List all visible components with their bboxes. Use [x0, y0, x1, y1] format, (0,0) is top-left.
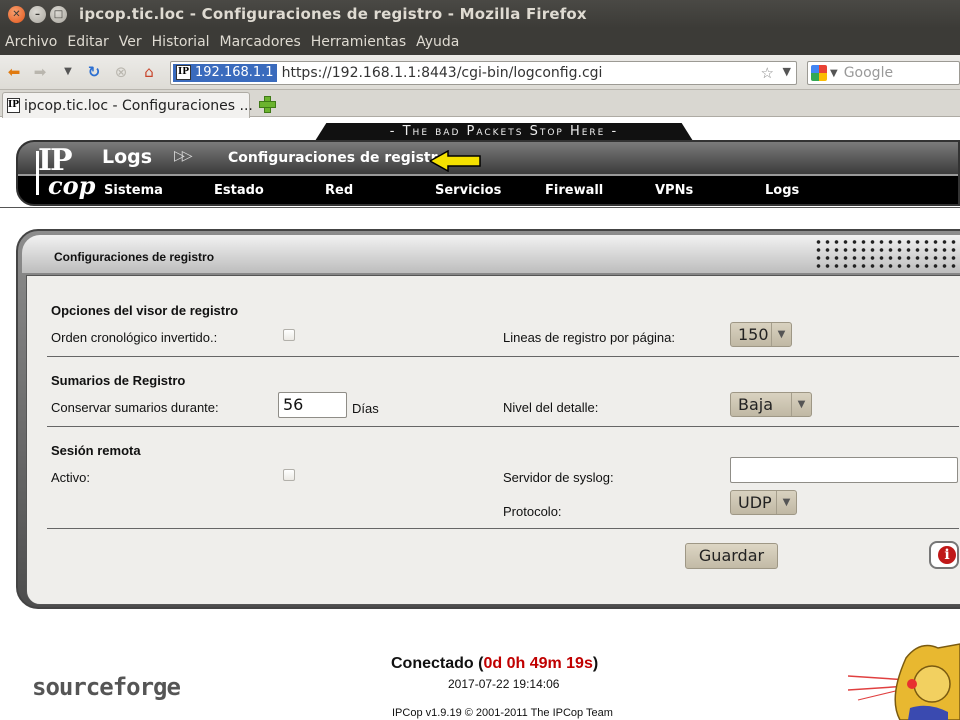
- connected-label: Conectado (: [391, 655, 484, 672]
- chevron-down-icon: ▼: [791, 393, 811, 416]
- menu-ayuda[interactable]: Ayuda: [411, 34, 464, 50]
- menu-editar[interactable]: Editar: [62, 34, 113, 50]
- panel-dots-decoration: [814, 238, 960, 272]
- nav-sistema[interactable]: Sistema: [104, 183, 163, 198]
- datetime-stamp: 2017-07-22 19:14:06: [448, 677, 560, 691]
- menu-marcadores[interactable]: Marcadores: [215, 34, 306, 50]
- reverse-order-checkbox[interactable]: [283, 329, 295, 341]
- ipcop-favicon-icon: IP: [176, 65, 191, 80]
- detail-level-value: Baja: [738, 395, 774, 414]
- history-dropdown-icon[interactable]: ▼: [59, 63, 77, 81]
- reload-icon[interactable]: ↻: [85, 63, 103, 81]
- site-identity-label: 192.168.1.1: [195, 65, 274, 80]
- section-divider: [47, 356, 959, 357]
- reverse-order-label: Orden cronológico invertido.:: [51, 330, 218, 345]
- header-top-strip: [18, 142, 958, 174]
- nav-logs[interactable]: Logs: [765, 183, 799, 198]
- lines-per-page-label: Lineas de registro por página:: [503, 330, 676, 345]
- tab-favicon-icon: IP: [7, 98, 20, 113]
- page-subtitle: Configuraciones de registro: [228, 150, 448, 166]
- summaries-heading: Sumarios de Registro: [51, 373, 186, 388]
- window-close-button[interactable]: ✕: [8, 5, 25, 23]
- search-input[interactable]: Google: [844, 65, 893, 81]
- back-arrow-icon[interactable]: ⬅: [5, 63, 23, 81]
- panel-title: Configuraciones de registro: [54, 250, 215, 264]
- nav-vpns[interactable]: VPNs: [655, 183, 693, 198]
- home-icon[interactable]: ⌂: [140, 63, 158, 81]
- menu-herramientas[interactable]: Herramientas: [306, 34, 411, 50]
- yellow-pointer-arrow-icon: [428, 150, 481, 172]
- tab-label: ipcop.tic.loc - Configuraciones ...: [23, 97, 253, 114]
- viewer-options-heading: Opciones del visor de registro: [51, 303, 239, 318]
- lines-per-page-select[interactable]: 150 ▼: [730, 322, 792, 347]
- save-button[interactable]: Guardar: [685, 543, 778, 569]
- info-icon-glyph: i: [938, 546, 956, 564]
- main-nav: Sistema Estado Red Servicios Firewall VP…: [18, 176, 958, 206]
- syslog-server-label: Servidor de syslog:: [503, 470, 614, 485]
- url-text[interactable]: https://192.168.1.1:8443/cgi-bin/logconf…: [282, 65, 603, 81]
- page-content: - The bad Packets Stop Here - IP cop Log…: [0, 118, 960, 720]
- keep-summaries-label: Conservar sumarios durante:: [51, 400, 219, 415]
- forward-arrow-icon[interactable]: ➡: [31, 63, 49, 81]
- nav-estado[interactable]: Estado: [214, 183, 264, 198]
- navigation-toolbar: ⬅ ➡ ▼ ↻ ⊗ ⌂ IP 192.168.1.1 https://192.1…: [0, 55, 960, 90]
- protocol-label: Protocolo:: [503, 504, 562, 519]
- menu-ver[interactable]: Ver: [114, 34, 147, 50]
- url-dropdown-icon[interactable]: ▼: [783, 65, 791, 78]
- window-title: ipcop.tic.loc - Configuraciones de regis…: [79, 5, 587, 23]
- ipcop-police-badge-logo: [848, 643, 960, 720]
- double-arrow-icon: ▷▷: [174, 148, 192, 164]
- tab-bar: IP ipcop.tic.loc - Configuraciones ...: [0, 90, 960, 118]
- section-divider: [47, 426, 959, 427]
- syslog-server-input[interactable]: [730, 457, 958, 483]
- search-bar[interactable]: ▼ Google: [807, 61, 960, 85]
- copyright-text: IPCop v1.9.19 © 2001-2011 The IPCop Team: [392, 707, 613, 719]
- remote-active-label: Activo:: [51, 470, 91, 485]
- menu-archivo[interactable]: Archivo: [0, 34, 62, 50]
- window-titlebar: ✕ – □ ipcop.tic.loc - Configuraciones de…: [0, 0, 960, 28]
- window-maximize-button[interactable]: □: [50, 5, 67, 23]
- url-bar[interactable]: IP 192.168.1.1 https://192.168.1.1:8443/…: [170, 61, 797, 85]
- sourceforge-logo[interactable]: sourceforge: [32, 673, 181, 701]
- panel-body: Opciones del visor de registro Orden cro…: [26, 275, 960, 605]
- header-rule: [0, 207, 960, 208]
- keep-summaries-unit: Días: [352, 401, 379, 416]
- tab-ipcop[interactable]: IP ipcop.tic.loc - Configuraciones ...: [2, 92, 253, 118]
- config-panel: Configuraciones de registro Opciones del…: [16, 229, 960, 609]
- ipcop-header: IP cop Logs ▷▷ Configuraciones de regist…: [16, 140, 960, 206]
- stop-icon[interactable]: ⊗: [112, 63, 130, 81]
- protocol-select[interactable]: UDP ▼: [730, 490, 797, 515]
- nav-servicios[interactable]: Servicios: [435, 183, 501, 198]
- protocol-value: UDP: [738, 493, 772, 512]
- nav-red[interactable]: Red: [325, 183, 353, 198]
- window-minimize-button[interactable]: –: [29, 5, 46, 23]
- info-help-icon[interactable]: i: [929, 541, 959, 569]
- keep-summaries-input[interactable]: 56: [278, 392, 347, 418]
- chevron-down-icon: ▼: [776, 491, 796, 514]
- chevron-down-icon: ▼: [771, 323, 791, 346]
- remote-active-checkbox[interactable]: [283, 469, 295, 481]
- site-identity-button[interactable]: IP 192.168.1.1: [173, 64, 277, 82]
- menubar: Archivo Editar Ver Historial Marcadores …: [0, 28, 960, 55]
- detail-level-label: Nivel del detalle:: [503, 400, 599, 415]
- new-tab-plus-icon[interactable]: [258, 95, 276, 113]
- remote-session-heading: Sesión remota: [51, 443, 141, 458]
- slogan-banner: - The bad Packets Stop Here -: [315, 123, 693, 141]
- detail-level-select[interactable]: Baja ▼: [730, 392, 812, 417]
- bookmark-star-icon[interactable]: ☆: [761, 64, 774, 82]
- connection-status: Conectado (0d 0h 49m 19s): [391, 655, 598, 673]
- uptime-value: 0d 0h 49m 19s: [483, 655, 593, 672]
- section-divider: [47, 528, 959, 529]
- section-title: Logs: [102, 146, 153, 168]
- google-search-engine-icon[interactable]: [811, 65, 827, 81]
- connected-close: ): [592, 655, 599, 672]
- menu-historial[interactable]: Historial: [147, 34, 215, 50]
- search-engine-dropdown-icon[interactable]: ▼: [830, 68, 838, 79]
- nav-firewall[interactable]: Firewall: [545, 183, 603, 198]
- lines-per-page-value: 150: [738, 325, 769, 344]
